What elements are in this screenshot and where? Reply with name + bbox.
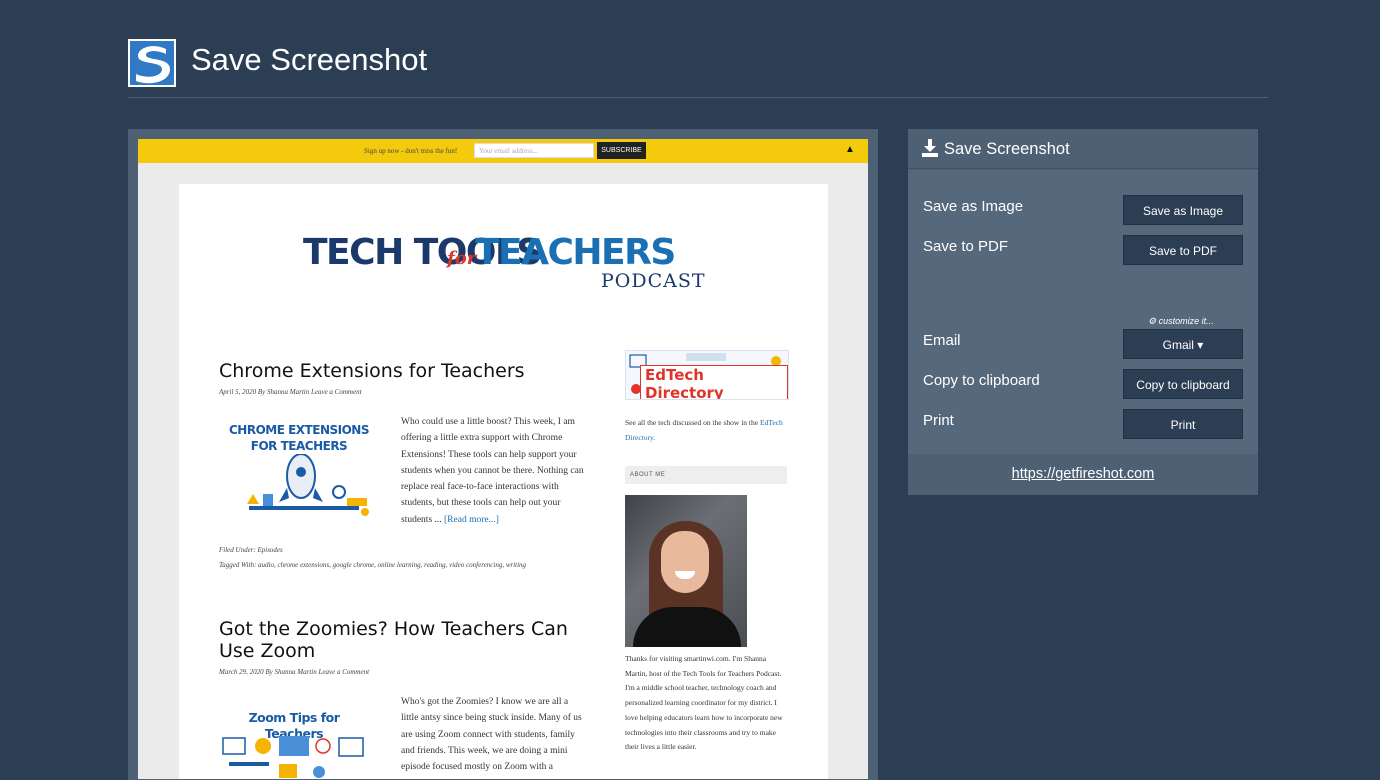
about-heading: ABOUT ME: [625, 466, 787, 484]
save-panel: Save Screenshot Save as Image Save as Im…: [908, 129, 1258, 495]
logo-for: for: [447, 248, 477, 269]
email-label: Email: [923, 332, 961, 349]
banner-title: EdTech Directory: [640, 365, 788, 399]
thumbnail-title: CHROME EXTENSIONS FOR TEACHERS: [229, 423, 369, 453]
post-excerpt: Who's got the Zoomies? I know we are all…: [401, 697, 582, 773]
collapse-arrow-icon: ▲: [845, 144, 855, 155]
logo-podcast: PODCAST: [601, 270, 706, 292]
captured-page: Sign up now - don't miss the fun! Your e…: [138, 139, 868, 779]
gear-icon: ⚙: [1148, 316, 1157, 326]
app-header: Save Screenshot: [128, 38, 1268, 98]
about-text: Thanks for visiting smartinwi.com. I'm S…: [625, 654, 783, 752]
tagged-with: Tagged With: audio, chrome extensions, g…: [219, 561, 527, 569]
post-thumbnail: CHROME EXTENSIONS FOR TEACHERS: [219, 416, 379, 521]
subscribe-button: SUBSCRIBE: [597, 142, 646, 159]
save-pdf-label: Save to PDF: [923, 238, 1009, 255]
excerpt-text: Who could use a little boost? This week,…: [401, 417, 584, 525]
copy-clipboard-button[interactable]: Copy to clipboard: [1123, 369, 1243, 399]
post-thumbnail: Zoom Tips for Teachers: [219, 704, 369, 779]
author-photo: [625, 495, 747, 647]
filed-under: Filed Under: Episodes: [219, 546, 283, 554]
getfireshot-link[interactable]: https://getfireshot.com: [908, 466, 1258, 482]
read-more-link: [Read more...]: [444, 514, 499, 525]
save-pdf-button[interactable]: Save to PDF: [1123, 235, 1243, 265]
save-image-label: Save as Image: [923, 198, 1024, 215]
page-sheet: TECH TOOLS for TEACHERS PODCAST Chrome E…: [179, 184, 828, 779]
post-footer: Filed Under: Episodes Tagged With: audio…: [219, 543, 579, 573]
signup-text: Sign up now - don't miss the fun!: [364, 147, 458, 155]
post-meta: March 29, 2020 By Shanna Martin Leave a …: [219, 668, 370, 676]
customize-label: customize it...: [1158, 316, 1214, 326]
edtech-directory-banner: EdTech Directory: [625, 350, 789, 400]
screenshot-preview[interactable]: Sign up now - don't miss the fun! Your e…: [128, 129, 878, 780]
download-icon: [922, 139, 938, 157]
print-button[interactable]: Print: [1123, 409, 1243, 439]
post-title: Got the Zoomies? How Teachers Can Use Zo…: [219, 618, 568, 662]
save-image-button[interactable]: Save as Image: [1123, 195, 1243, 225]
gmail-dropdown-button[interactable]: Gmail ▾: [1123, 329, 1243, 359]
app-title: Save Screenshot: [191, 42, 428, 77]
post-excerpt: Who could use a little boost? This week,…: [401, 414, 586, 528]
panel-header: Save Screenshot: [908, 129, 1258, 169]
zoom-illustration-icon: [222, 736, 364, 778]
clipboard-label: Copy to clipboard: [923, 372, 1040, 389]
site-logo: TECH TOOLS for TEACHERS PODCAST: [303, 232, 706, 294]
panel-title: Save Screenshot: [944, 140, 1070, 158]
panel-footer: https://getfireshot.com: [908, 454, 1258, 495]
logo-teachers: TEACHERS: [475, 232, 676, 273]
rocket-illustration-icon: [247, 454, 369, 516]
fireshot-logo-icon: [128, 39, 176, 87]
customize-link[interactable]: ⚙ customize it...: [1148, 316, 1214, 327]
signup-bar: Sign up now - don't miss the fun! Your e…: [138, 139, 868, 163]
directory-desc: See all the tech discussed on the show i…: [625, 418, 759, 427]
post-title: Chrome Extensions for Teachers: [219, 360, 525, 382]
panel-body: Save as Image Save as Image Save to PDF …: [908, 170, 1258, 454]
post-meta: April 5, 2020 By Shanna Martin Leave a C…: [219, 388, 362, 396]
directory-text: See all the tech discussed on the show i…: [625, 416, 789, 445]
email-input: Your email address...: [474, 143, 594, 158]
print-label: Print: [923, 412, 954, 429]
